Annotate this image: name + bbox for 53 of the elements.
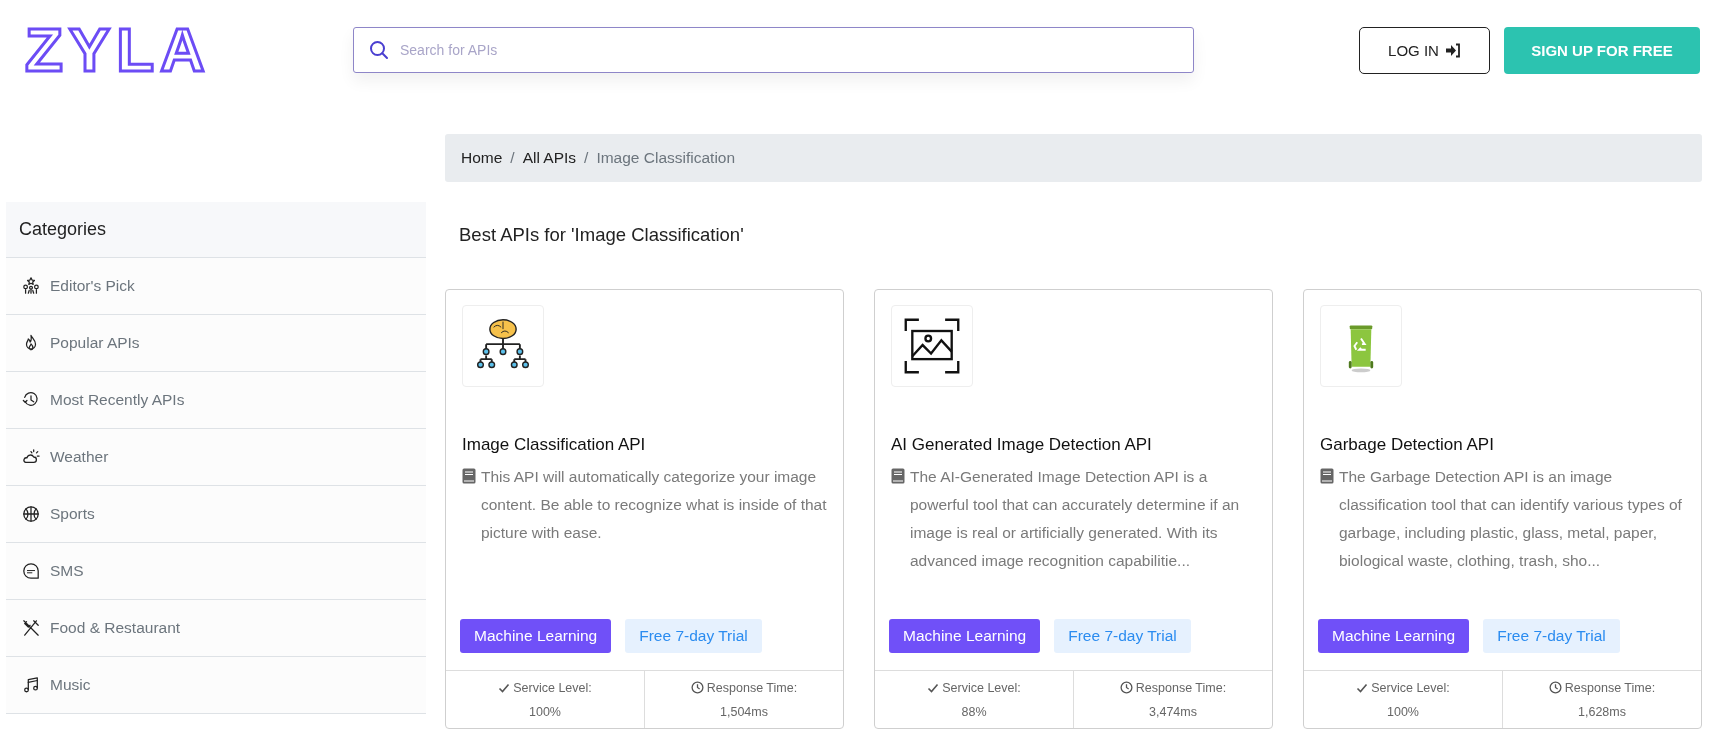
stat-value: 88% — [961, 704, 987, 719]
card-title[interactable]: AI Generated Image Detection API — [891, 435, 1256, 455]
stat-label: Response Time: — [1135, 680, 1227, 695]
login-button[interactable]: LOG IN — [1359, 26, 1490, 74]
card-description: The AI-Generated Image Detection API is a powerful tool that can accurately determine if an image is real or artificially generated. With its advanced image recognition capabilitie... — [910, 467, 1241, 571]
logo[interactable]: ZYLA — [25, 19, 353, 81]
history-icon — [22, 391, 40, 409]
breadcrumb-current: Image Classification — [596, 149, 736, 167]
stat-value: 100% — [1387, 704, 1419, 719]
cloud-sun-icon — [22, 448, 40, 466]
book-icon — [891, 468, 905, 484]
breadcrumb-link[interactable]: Home — [461, 149, 503, 167]
fork-knife-icon — [22, 619, 40, 637]
category-tag[interactable]: Machine Learning — [889, 619, 1041, 653]
check-icon — [498, 681, 511, 694]
stat-value: 1,504ms — [720, 704, 768, 719]
category-tag[interactable]: Machine Learning — [460, 619, 612, 653]
stat-value: 3,474ms — [1149, 704, 1197, 719]
book-icon — [462, 468, 476, 484]
music-note-icon — [22, 676, 40, 694]
trial-tag[interactable]: Free 7-day Trial — [625, 619, 762, 653]
stat-value: 100% — [529, 704, 561, 719]
card-title[interactable]: Image Classification API — [462, 435, 827, 455]
section-heading: Best APIs for 'Image Classification' — [459, 224, 745, 247]
trial-tag[interactable]: Free 7-day Trial — [1483, 619, 1620, 653]
image-frame-icon — [902, 316, 962, 376]
check-icon — [1356, 681, 1369, 694]
stat-label: Service Level: — [942, 680, 1021, 695]
stat-label: Response Time: — [1564, 680, 1656, 695]
stat-label: Service Level: — [1371, 680, 1450, 695]
stat-value: 1,628ms — [1578, 704, 1626, 719]
sign-in-icon — [1444, 42, 1461, 58]
clock-icon — [1119, 681, 1133, 694]
search-icon — [369, 40, 389, 60]
card-title[interactable]: Garbage Detection API — [1320, 435, 1685, 455]
message-icon — [22, 562, 40, 580]
search-field[interactable]: Search for APIs — [353, 27, 1194, 73]
ball-icon — [22, 505, 40, 523]
breadcrumb-separator: / — [584, 149, 589, 167]
stat-label: Response Time: — [706, 680, 798, 695]
fireworks-icon — [22, 277, 40, 295]
clock-icon — [690, 681, 704, 694]
stat-label: Service Level: — [513, 680, 592, 695]
breadcrumb-link[interactable]: All APIs — [522, 149, 577, 167]
breadcrumb-separator: / — [510, 149, 515, 167]
category-tag[interactable]: Machine Learning — [1318, 619, 1470, 653]
trial-tag[interactable]: Free 7-day Trial — [1054, 619, 1191, 653]
clock-icon — [1548, 681, 1562, 694]
sidebar-title: Categories — [6, 202, 426, 258]
card-description: The Garbage Detection API is an image classification tool that can identify various types of garbage, including plastic, glass, metal, paper, biological waste, clothing, trash, sho... — [1339, 467, 1683, 571]
check-icon — [927, 681, 940, 694]
book-icon — [1320, 468, 1334, 484]
card-description: This API will automatically categorize your image content. Be able to recognize what is inside of that picture with ease. — [481, 467, 827, 543]
